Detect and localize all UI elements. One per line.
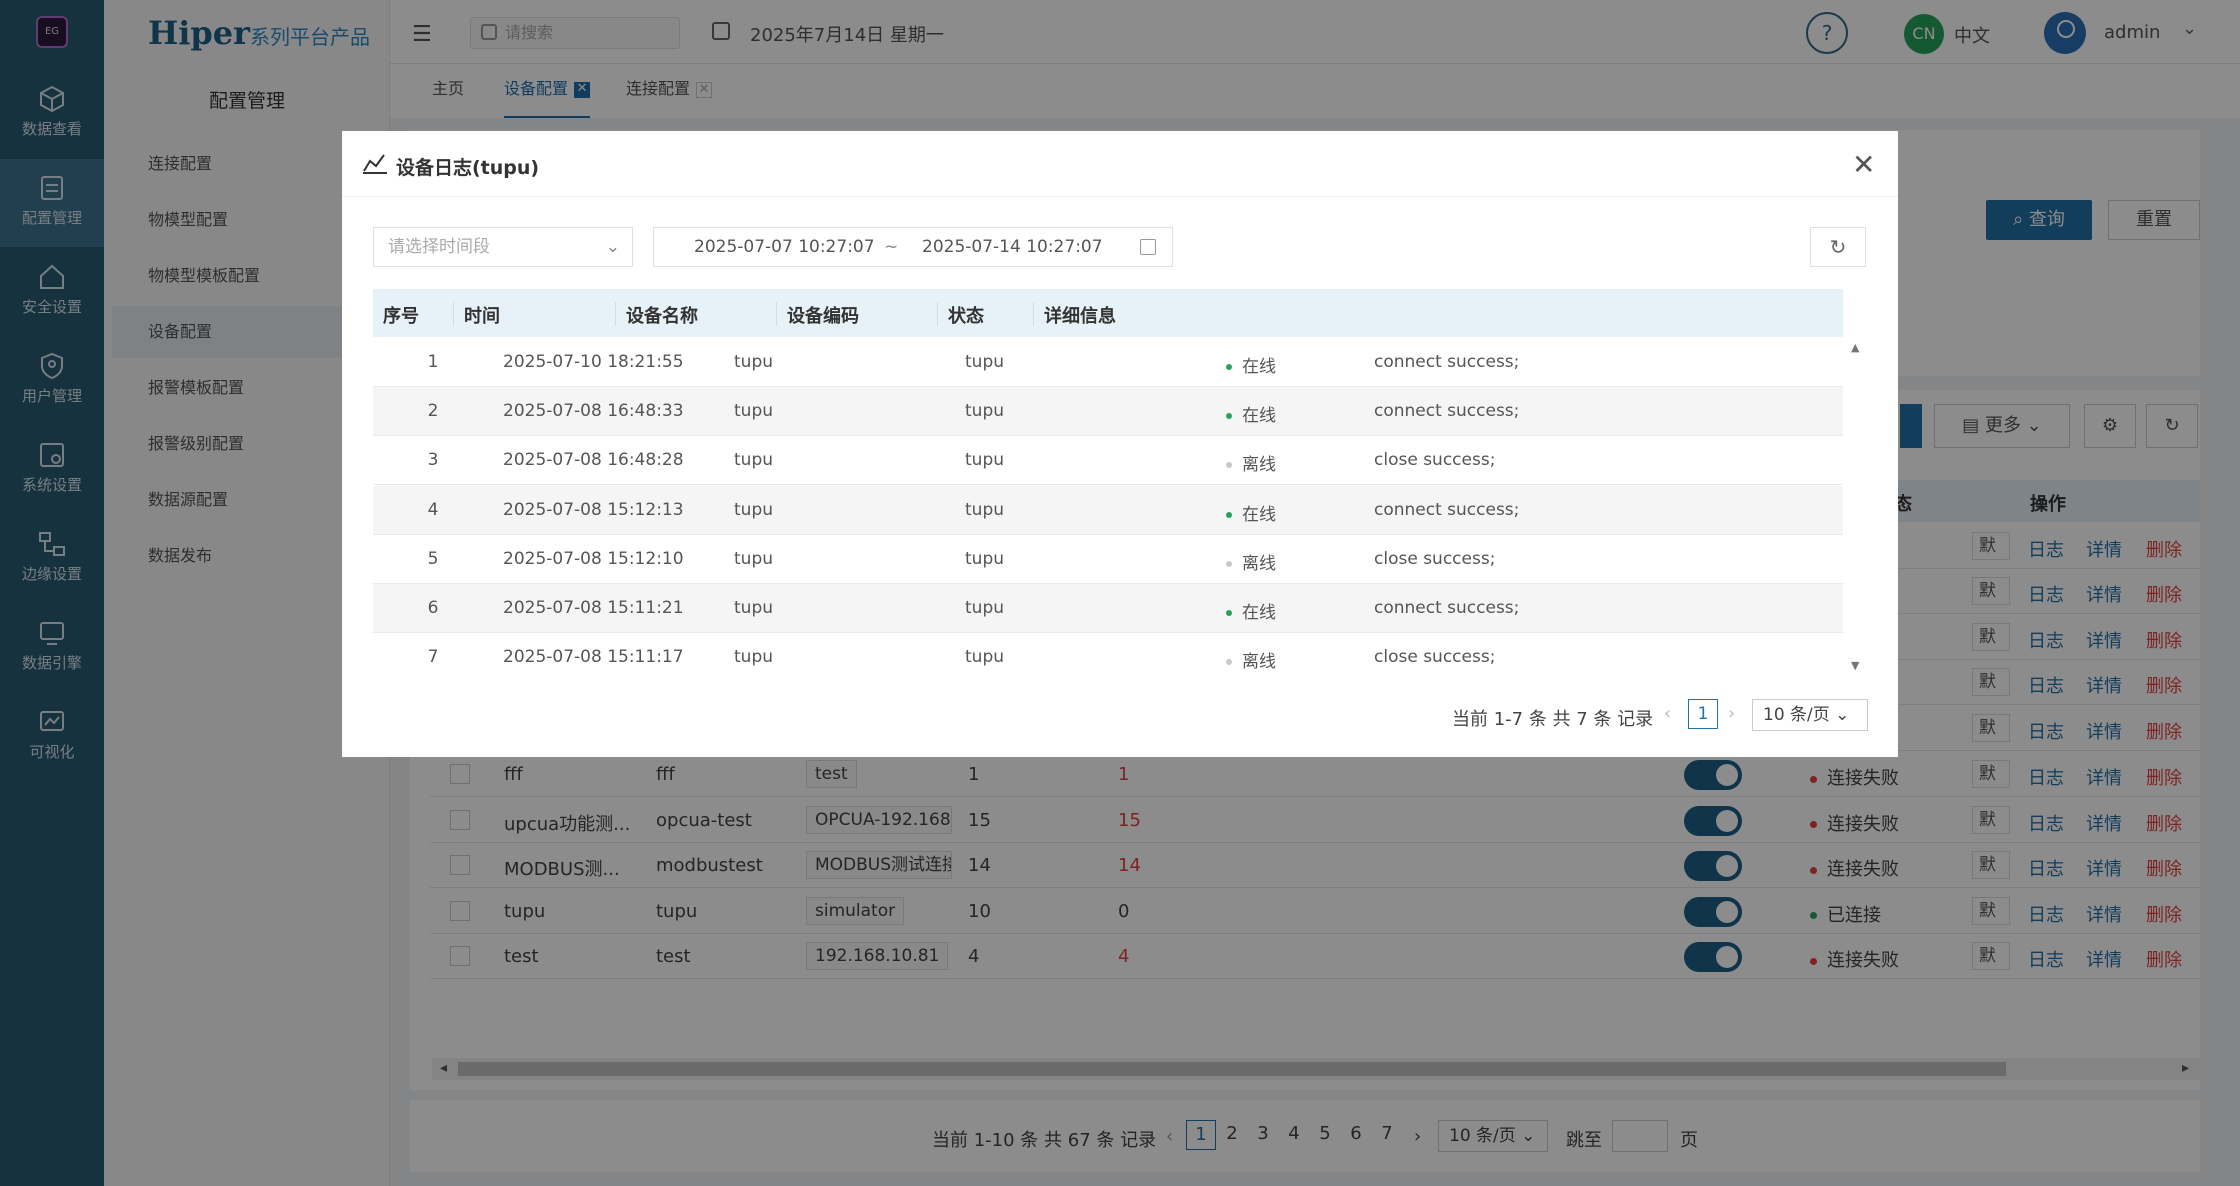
log-seq-cell: 1 xyxy=(427,352,439,372)
log-status-cell: 在线 xyxy=(1226,401,1276,426)
log-detail-cell: close success; xyxy=(1374,450,1496,471)
status-dot-icon xyxy=(1226,364,1232,370)
log-detail-cell: connect success; xyxy=(1374,401,1520,422)
log-device-name-cell: tupu xyxy=(734,352,774,372)
log-device-code-cell: tupu xyxy=(965,352,1005,372)
log-detail-cell: connect success; xyxy=(1374,598,1520,618)
status-dot-icon xyxy=(1226,511,1232,518)
log-seq-cell: 2 xyxy=(427,401,439,422)
close-icon[interactable]: ✕ xyxy=(1852,151,1875,179)
period-select[interactable]: 请选择时间段 ⌄ xyxy=(373,227,633,267)
date-range-picker[interactable]: 2025-07-07 10:27:07 ~ 2025-07-14 10:27:0… xyxy=(653,227,1173,267)
col-status: 状态 xyxy=(937,302,984,327)
log-status-text: 在线 xyxy=(1242,406,1276,427)
log-status-text: 离线 xyxy=(1242,652,1276,673)
log-device-name-cell: tupu xyxy=(734,598,774,618)
log-device-name-cell: tupu xyxy=(734,499,774,520)
log-status-cell: 离线 xyxy=(1226,549,1276,574)
log-table-header: 序号 时间 设备名称 设备编码 状态 详细信息 xyxy=(373,289,1843,337)
log-time-cell: 2025-07-08 16:48:28 xyxy=(503,450,684,471)
log-status-cell: 在线 xyxy=(1226,598,1276,623)
log-status-text: 在线 xyxy=(1242,504,1276,525)
status-dot-icon xyxy=(1226,659,1232,666)
log-time-cell: 2025-07-08 15:11:21 xyxy=(503,598,684,618)
prev-page-icon[interactable]: ‹ xyxy=(1664,703,1671,724)
log-row: 4 2025-07-08 15:12:13 tupu tupu connect succ… xyxy=(373,485,1843,535)
col-device-name: 设备名称 xyxy=(615,302,698,327)
log-status-cell: 离线 xyxy=(1226,647,1276,672)
log-seq-cell: 6 xyxy=(427,598,439,618)
log-status-cell: 离线 xyxy=(1226,450,1276,475)
log-table: 序号 时间 设备名称 设备编码 状态 详细信息 1 2025-07-10 18:2… xyxy=(373,289,1843,677)
log-detail-cell: close success; xyxy=(1374,548,1496,569)
log-device-code-cell: tupu xyxy=(965,499,1005,520)
log-seq-cell: 4 xyxy=(427,499,439,520)
log-seq-cell: 3 xyxy=(427,450,439,471)
log-status-text: 离线 xyxy=(1242,553,1276,574)
col-seq: 序号 xyxy=(383,306,419,327)
date-to[interactable]: 2025-07-14 10:27:07 xyxy=(922,228,1103,266)
log-pagination-summary: 当前 1-7 条 共 7 条 记录 xyxy=(1452,709,1654,730)
calendar-icon xyxy=(1140,239,1156,255)
log-status-cell: 在线 xyxy=(1226,352,1276,377)
status-dot-icon xyxy=(1226,560,1232,567)
col-detail: 详细信息 xyxy=(1033,302,1116,327)
log-time-cell: 2025-07-08 15:12:10 xyxy=(503,548,684,569)
scroll-down-icon[interactable]: ▼ xyxy=(1851,659,1859,672)
date-from[interactable]: 2025-07-07 10:27:07 xyxy=(694,228,875,266)
vertical-scrollbar[interactable]: ▲ ▼ xyxy=(1845,337,1867,677)
log-row: 7 2025-07-08 15:11:17 tupu tupu close succes… xyxy=(373,633,1843,677)
log-device-code-cell: tupu xyxy=(965,647,1005,668)
log-device-code-cell: tupu xyxy=(965,548,1005,569)
log-device-name-cell: tupu xyxy=(734,401,774,422)
line-chart-icon xyxy=(363,154,387,174)
log-seq-cell: 5 xyxy=(427,548,439,569)
log-device-code-cell: tupu xyxy=(965,450,1005,471)
log-row: 5 2025-07-08 15:12:10 tupu tupu close succes… xyxy=(373,535,1843,584)
refresh-button[interactable]: ↻ xyxy=(1810,227,1866,267)
status-dot-icon xyxy=(1226,610,1232,616)
log-time-cell: 2025-07-10 18:21:55 xyxy=(503,352,684,372)
log-pagination: 当前 1-7 条 共 7 条 记录 ‹ 1 › 10 条/页 ⌄ xyxy=(342,691,1898,741)
page-1[interactable]: 1 xyxy=(1688,699,1718,729)
log-device-name-cell: tupu xyxy=(734,647,774,668)
log-time-cell: 2025-07-08 15:12:13 xyxy=(503,499,684,520)
status-dot-icon xyxy=(1226,413,1232,420)
log-device-code-cell: tupu xyxy=(965,401,1005,422)
log-device-name-cell: tupu xyxy=(734,548,774,569)
log-detail-cell: connect success; xyxy=(1374,352,1520,372)
log-row: 2 2025-07-08 16:48:33 tupu tupu connect succ… xyxy=(373,387,1843,437)
col-device-code: 设备编码 xyxy=(776,302,859,327)
log-row: 1 2025-07-10 18:21:55 tupu tupu connect succ… xyxy=(373,338,1843,387)
log-status-cell: 在线 xyxy=(1226,500,1276,525)
scroll-up-icon[interactable]: ▲ xyxy=(1851,341,1859,354)
log-row: 3 2025-07-08 16:48:28 tupu tupu close succes… xyxy=(373,436,1843,486)
log-time-cell: 2025-07-08 15:11:17 xyxy=(503,647,684,668)
log-device-code-cell: tupu xyxy=(965,598,1005,618)
log-detail-cell: close success; xyxy=(1374,647,1496,668)
log-row: 6 2025-07-08 15:11:21 tupu tupu connect succ… xyxy=(373,584,1843,633)
next-page-icon[interactable]: › xyxy=(1728,703,1735,724)
modal-header: 设备日志(tupu) ✕ xyxy=(342,131,1898,197)
log-status-text: 在线 xyxy=(1242,603,1276,623)
date-separator: ~ xyxy=(884,237,899,257)
log-page-size-select[interactable]: 10 条/页 ⌄ xyxy=(1752,699,1868,731)
log-status-text: 在线 xyxy=(1242,357,1276,377)
log-device-name-cell: tupu xyxy=(734,450,774,471)
log-time-cell: 2025-07-08 16:48:33 xyxy=(503,401,684,422)
status-dot-icon xyxy=(1226,462,1232,469)
modal-title: 设备日志(tupu) xyxy=(396,157,540,179)
log-detail-cell: connect success; xyxy=(1374,499,1520,520)
col-time: 时间 xyxy=(453,302,500,327)
chevron-down-icon: ⌄ xyxy=(605,237,620,257)
log-status-text: 离线 xyxy=(1242,455,1276,476)
device-log-modal: 设备日志(tupu) ✕ 请选择时间段 ⌄ 2025-07-07 10:27:0… xyxy=(342,131,1898,757)
log-seq-cell: 7 xyxy=(427,647,439,668)
